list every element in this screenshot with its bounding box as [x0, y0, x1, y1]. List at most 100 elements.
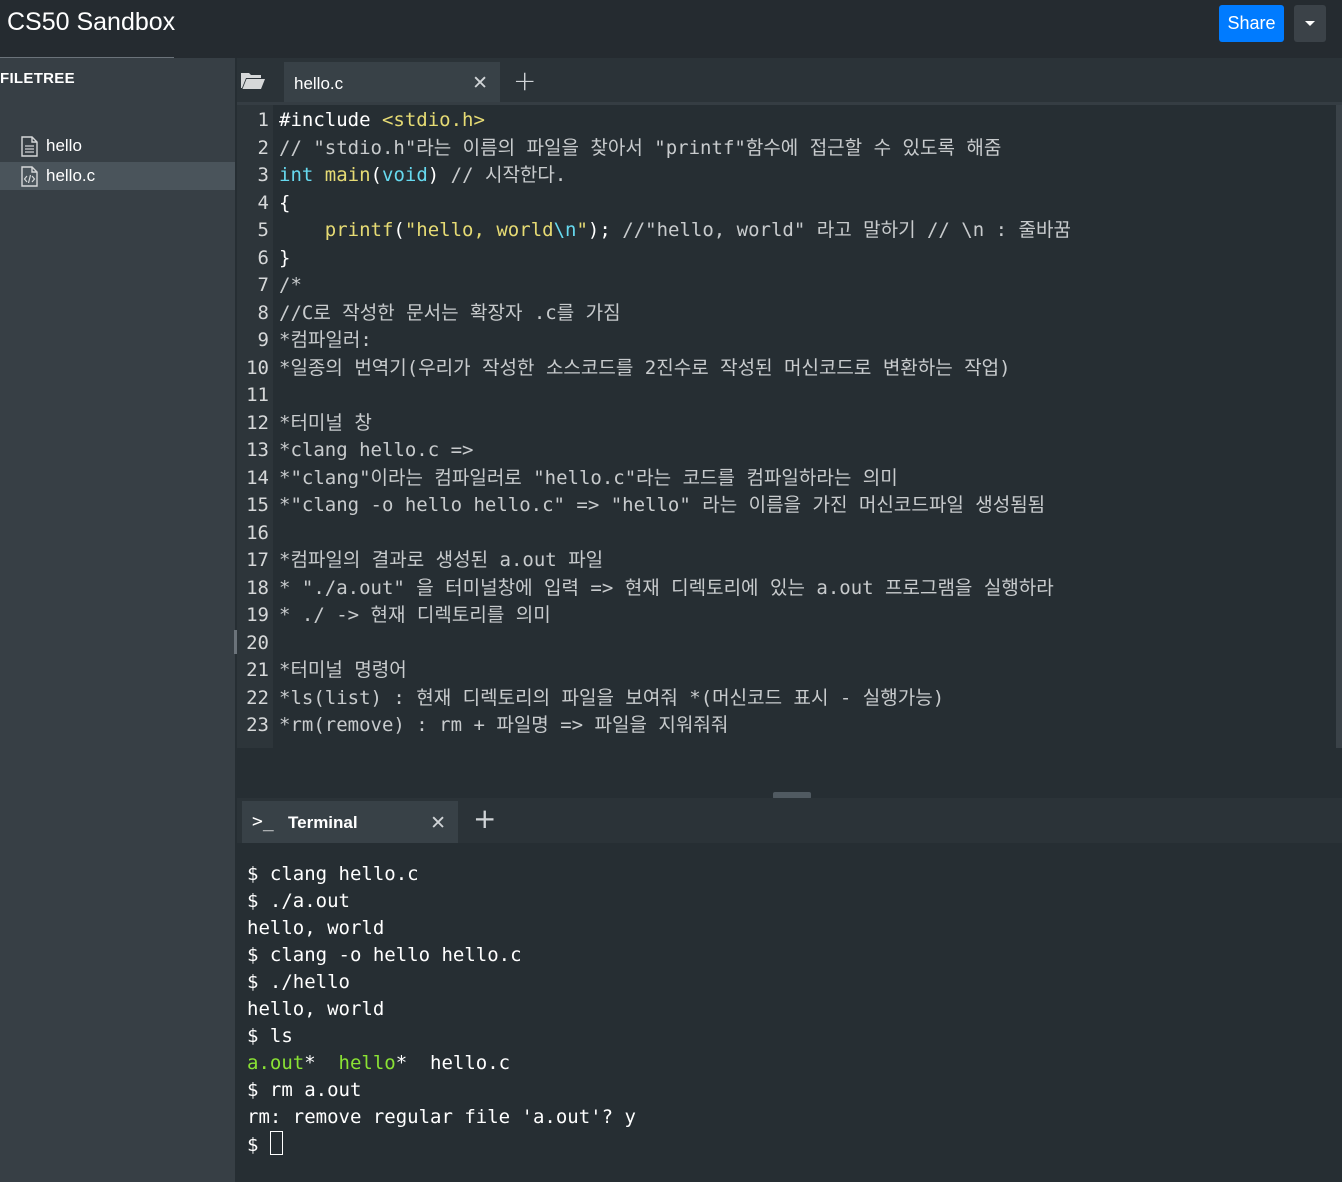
add-terminal-button[interactable]: + — [473, 802, 496, 835]
code-line: 6} — [237, 245, 291, 272]
code-token: * ./ -> 현재 디렉토리를 의미 — [279, 604, 551, 626]
code-line: 16 — [237, 520, 269, 547]
code-text: * ./ -> 현재 디렉토리를 의미 — [279, 602, 551, 629]
tab-label: hello.c — [294, 74, 344, 93]
terminal-line: $ ./hello — [247, 969, 350, 996]
line-number: 2 — [257, 136, 269, 159]
line-number: 1 — [257, 109, 269, 131]
tab-hello-c[interactable]: hello.c ✕ — [284, 62, 500, 102]
code-token: // "stdio.h"라는 이름의 파일을 찾아서 "printf"함수에 접… — [279, 136, 1002, 159]
close-icon[interactable]: ✕ — [472, 72, 488, 94]
terminal-line: $ clang -o hello hello.c — [247, 942, 522, 969]
terminal-text: a.out — [247, 1052, 305, 1074]
line-number: 15 — [246, 494, 269, 516]
open-folder-button[interactable] — [240, 70, 266, 94]
line-number: 11 — [246, 384, 269, 406]
code-token: //"hello, world" 라고 말하기 // \n : 줄바꿈 — [622, 219, 1071, 241]
terminal-line: $ rm a.out — [247, 1077, 361, 1104]
editor-scrollbar[interactable] — [1336, 105, 1342, 748]
code-token: *터미널 창 — [279, 411, 372, 434]
share-button[interactable]: Share — [1219, 5, 1284, 42]
terminal-line: rm: remove regular file 'a.out'? y — [247, 1104, 636, 1131]
close-icon[interactable]: ✕ — [430, 812, 446, 834]
tab-terminal[interactable]: >_ Terminal ✕ — [242, 801, 458, 843]
terminal-text: hello, world — [247, 998, 385, 1020]
code-line: 9 *컴파일러: — [237, 327, 372, 354]
terminal-line: a.out* hello* hello.c — [247, 1050, 510, 1077]
code-line: 11 — [237, 382, 269, 409]
code-line: 8 //C로 작성한 문서는 확장자 .c를 가짐 — [237, 300, 621, 327]
line-number: 23 — [246, 714, 269, 736]
code-text: *컴파일러: — [279, 327, 372, 354]
caret-down-icon — [1305, 21, 1315, 26]
terminal-cursor — [269, 1131, 283, 1155]
code-token: \n — [553, 219, 577, 241]
line-number: 8 — [257, 301, 269, 324]
code-token: int — [279, 164, 314, 186]
file-tree-label: hello — [46, 136, 82, 155]
code-token: * "./a.out" 을 터미널창에 입력 => 현재 디렉토리에 있는 a.… — [279, 576, 1054, 599]
line-number: 5 — [257, 219, 269, 241]
code-token: *터미널 명령어 — [279, 659, 407, 681]
code-line: 20 — [237, 630, 269, 657]
code-token: #include — [279, 109, 382, 131]
share-options-button[interactable] — [1294, 5, 1326, 42]
terminal-output[interactable]: $ clang hello.c $ ./a.out hello, world $ cl… — [237, 845, 1342, 1182]
terminal-text: $ ./hello — [247, 971, 350, 993]
code-token: "hello, world — [404, 219, 554, 241]
code-token: /* — [279, 274, 302, 296]
line-number: 14 — [246, 466, 269, 489]
folder-icon — [241, 73, 265, 89]
terminal-text: * — [304, 1052, 339, 1074]
line-number: 21 — [246, 659, 269, 681]
code-editor[interactable]: 1 #include <stdio.h> 2 // "stdio.h"라는 이름의 파… — [237, 105, 1336, 748]
code-file-icon — [21, 165, 38, 187]
line-number: 7 — [257, 274, 269, 296]
code-line: 3 int main(void) // 시작한다. — [237, 162, 567, 189]
file-tree-item-hello[interactable]: hello — [0, 132, 235, 160]
file-tree-label: hello.c — [46, 166, 96, 185]
line-number: 22 — [246, 686, 269, 709]
file-tree-item-hello-c[interactable]: hello.c — [0, 162, 235, 190]
code-line: 4{ — [237, 190, 291, 217]
code-text: *ls(list) : 현재 디렉토리의 파일을 보여줘 *(머신코드 표시 -… — [279, 685, 944, 712]
editor-tab-bar: hello.c ✕ + — [237, 58, 1342, 102]
code-token: // 시작한다. — [450, 164, 567, 186]
code-text: { — [279, 190, 290, 217]
code-line: 22 *ls(list) : 현재 디렉토리의 파일을 보여줘 *(머신코드 표시… — [237, 685, 944, 712]
line-number: 20 — [246, 631, 269, 654]
code-text: // "stdio.h"라는 이름의 파일을 찾아서 "printf"함수에 접… — [279, 135, 1001, 162]
line-number: 12 — [246, 411, 269, 434]
code-line: 2 // "stdio.h"라는 이름의 파일을 찾아서 "printf"함수에 … — [237, 135, 1002, 162]
code-token: " — [576, 219, 588, 241]
code-text: int main(void) // 시작한다. — [279, 162, 566, 189]
line-number: 13 — [246, 439, 269, 461]
line-number: 17 — [246, 549, 269, 571]
code-line: 18 * "./a.out" 을 터미널창에 입력 => 현재 디렉토리에 있는 … — [237, 575, 1054, 602]
code-token: void — [382, 164, 428, 186]
code-text: //C로 작성한 문서는 확장자 .c를 가짐 — [279, 300, 621, 327]
code-line: 21 *터미널 명령어 — [237, 657, 407, 684]
terminal-line: $ — [247, 1131, 283, 1158]
add-tab-button[interactable]: + — [513, 64, 536, 97]
code-token: //C로 작성한 문서는 확장자 .c를 가짐 — [279, 301, 621, 324]
code-token: ); — [587, 219, 623, 241]
code-line: 10 *일종의 번역기(우리가 작성한 소스코드를 2진수로 작성된 머신코드로 … — [237, 355, 1010, 382]
code-token: *rm(remove) : rm + 파일명 => 파일을 지워줘줘 — [279, 714, 729, 736]
code-line: 19 * ./ -> 현재 디렉토리를 의미 — [237, 602, 551, 629]
code-token: <stdio.h> — [381, 109, 485, 131]
code-line: 12 *터미널 창 — [237, 410, 372, 437]
terminal-text: hello, world — [247, 917, 385, 939]
code-text: } — [279, 245, 290, 272]
terminal-text: $ rm a.out — [247, 1079, 362, 1101]
code-text: #include <stdio.h> — [279, 107, 485, 134]
code-text: *컴파일의 결과로 생성된 a.out 파일 — [279, 547, 603, 574]
tab-label: Terminal — [288, 813, 358, 832]
editor-empty-area — [237, 748, 1342, 796]
terminal-text: $ ls — [247, 1025, 293, 1047]
top-bar: CS50 Sandbox Share — [0, 0, 1342, 58]
code-line: 14 *"clang"이라는 컴파일러로 "hello.c"라는 코드를 컴파일하… — [237, 465, 898, 492]
terminal-line: $ ./a.out — [247, 888, 350, 915]
